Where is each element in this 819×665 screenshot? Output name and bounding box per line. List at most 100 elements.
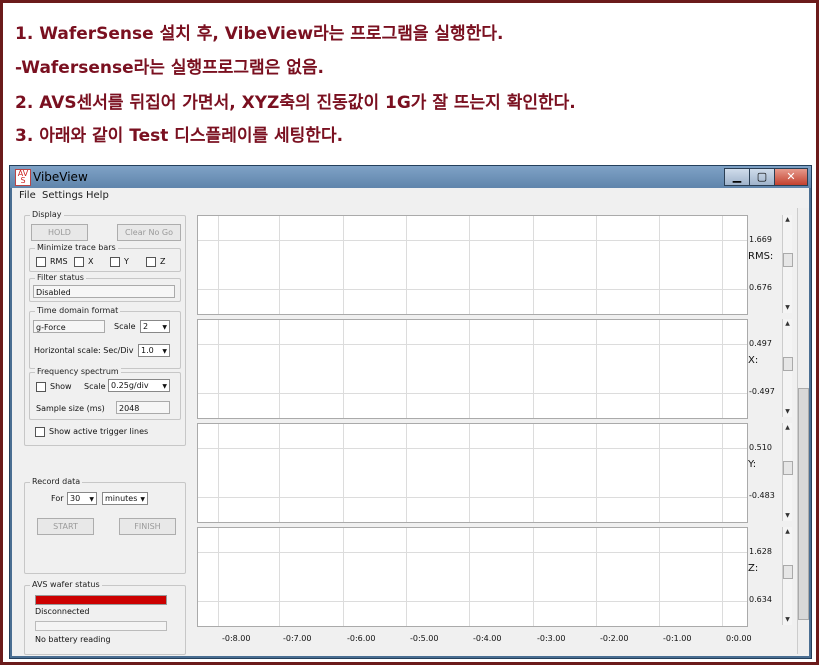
x-tick-label: -0:3.00 xyxy=(537,634,566,643)
x-label: X xyxy=(88,257,94,266)
scroll-up-icon[interactable]: ▲ xyxy=(783,319,792,328)
freq-scale-select[interactable]: 0.25g/div ▼ xyxy=(108,379,170,392)
show-spectrum-checkbox[interactable] xyxy=(36,382,46,392)
window-title: VibeView xyxy=(33,170,88,184)
grid-line xyxy=(469,216,470,314)
trace-scrollbar[interactable]: ▲ ▼ xyxy=(782,215,793,313)
grid-line xyxy=(659,216,660,314)
hold-button[interactable]: HOLD xyxy=(31,224,88,241)
trace-scrollbar[interactable]: ▲ ▼ xyxy=(782,319,793,417)
trigger-lines-label: Show active trigger lines xyxy=(49,427,149,436)
finish-button[interactable]: FINISH xyxy=(119,518,176,535)
scroll-up-icon[interactable]: ▲ xyxy=(783,423,792,432)
grid-line xyxy=(722,216,723,314)
grid-line xyxy=(406,424,407,522)
y-tick-bottom: -0.483 xyxy=(749,491,775,500)
grid-line xyxy=(279,528,280,626)
instruction-4: 3. 아래와 같이 Test 디스플레이를 세팅한다. xyxy=(15,126,344,146)
scale-select-value: 2 xyxy=(143,322,149,331)
y-tick-top: 0.510 xyxy=(749,443,772,452)
duration-select-value: 30 xyxy=(70,494,81,503)
grid-line xyxy=(198,601,747,602)
scroll-down-icon[interactable]: ▼ xyxy=(783,407,792,416)
grid-line xyxy=(596,320,597,418)
grid-line xyxy=(343,320,344,418)
clear-no-go-button[interactable]: Clear No Go xyxy=(117,224,181,241)
instruction-1: 1. WaferSense 설치 후, VibeView라는 프로그램을 실행한… xyxy=(15,24,504,44)
menu-file[interactable]: File xyxy=(19,190,36,201)
y-tick-bottom: 0.634 xyxy=(749,595,772,604)
scroll-down-icon[interactable]: ▼ xyxy=(783,511,792,520)
menu-help[interactable]: Help xyxy=(86,190,109,201)
hscale-select-value: 1.0 xyxy=(141,346,154,355)
maximize-button[interactable]: ▢ xyxy=(749,168,775,186)
grid-line xyxy=(659,528,660,626)
grid-line xyxy=(218,528,219,626)
axis-label: Y: xyxy=(748,459,757,470)
close-button[interactable]: ✕ xyxy=(774,168,808,186)
z-label: Z xyxy=(160,257,166,266)
scroll-down-icon[interactable]: ▼ xyxy=(783,303,792,312)
for-label: For xyxy=(51,494,64,503)
record-data-group: Record data For 30 ▼ minutes ▼ START FINIS… xyxy=(24,477,186,574)
scroll-thumb[interactable] xyxy=(783,357,793,371)
grid-line xyxy=(596,216,597,314)
battery-level-bar xyxy=(35,621,167,631)
grid-line xyxy=(659,424,660,522)
time-domain-group: Time domain format g-Force Scale 2 ▼ Hori… xyxy=(29,306,181,369)
show-spectrum-label: Show xyxy=(50,382,72,391)
scroll-up-icon[interactable]: ▲ xyxy=(783,215,792,224)
y-checkbox[interactable] xyxy=(110,257,120,267)
freq-legend: Frequency spectrum xyxy=(35,367,121,376)
minimize-button[interactable]: ▁ xyxy=(724,168,750,186)
instruction-2: -Wafersense라는 실행프로그램은 없음. xyxy=(15,58,324,78)
trigger-lines-checkbox[interactable] xyxy=(35,427,45,437)
connection-status-bar xyxy=(35,595,167,605)
scale-select[interactable]: 2 ▼ xyxy=(140,320,170,333)
scroll-up-icon[interactable]: ▲ xyxy=(783,527,792,536)
main-scrollbar-thumb[interactable] xyxy=(798,388,809,620)
chevron-down-icon: ▼ xyxy=(162,383,167,390)
duration-unit-select[interactable]: minutes ▼ xyxy=(102,492,148,505)
grid-line xyxy=(469,528,470,626)
trace-scrollbar[interactable]: ▲ ▼ xyxy=(782,527,793,625)
main-scrollbar[interactable] xyxy=(797,208,809,654)
x-tick-label: -0:5.00 xyxy=(410,634,439,643)
menu-settings[interactable]: Settings xyxy=(42,190,83,201)
scroll-down-icon[interactable]: ▼ xyxy=(783,615,792,624)
grid-line xyxy=(469,320,470,418)
duration-select[interactable]: 30 ▼ xyxy=(67,492,97,505)
rms-label: RMS xyxy=(50,257,68,266)
instruction-3: 2. AVS센서를 뒤집어 가면서, XYZ축의 진동값이 1G가 잘 뜨는지 … xyxy=(15,93,576,113)
filter-status-value: Disabled xyxy=(33,285,175,298)
grid-line xyxy=(533,320,534,418)
y-tick-bottom: -0.497 xyxy=(749,387,775,396)
x-tick-label: -0:7.00 xyxy=(283,634,312,643)
scroll-thumb[interactable] xyxy=(783,565,793,579)
trace-scrollbar[interactable]: ▲ ▼ xyxy=(782,423,793,521)
grid-line xyxy=(198,497,747,498)
minimize-trace-group: Minimize trace bars RMS X Y Z xyxy=(29,243,181,272)
grid-line xyxy=(343,528,344,626)
chevron-down-icon: ▼ xyxy=(89,496,94,503)
scroll-thumb[interactable] xyxy=(783,461,793,475)
connection-status-text: Disconnected xyxy=(35,607,90,616)
grid-line xyxy=(406,216,407,314)
freq-scale-label: Scale xyxy=(84,382,106,391)
title-bar[interactable]: AV S VibeView ▁ ▢ ✕ xyxy=(10,166,811,188)
avs-status-group: AVS wafer status Disconnected No battery… xyxy=(24,580,186,655)
battery-status-text: No battery reading xyxy=(35,635,111,644)
grid-line xyxy=(406,320,407,418)
x-checkbox[interactable] xyxy=(74,257,84,267)
display-legend: Display xyxy=(30,210,64,219)
time-legend: Time domain format xyxy=(35,306,121,315)
grid-line xyxy=(279,424,280,522)
chevron-down-icon: ▼ xyxy=(162,348,167,355)
scroll-thumb[interactable] xyxy=(783,253,793,267)
sample-size-value: 2048 xyxy=(116,401,170,414)
z-checkbox[interactable] xyxy=(146,257,156,267)
start-button[interactable]: START xyxy=(37,518,94,535)
rms-checkbox[interactable] xyxy=(36,257,46,267)
hscale-select[interactable]: 1.0 ▼ xyxy=(138,344,170,357)
grid-line xyxy=(279,216,280,314)
